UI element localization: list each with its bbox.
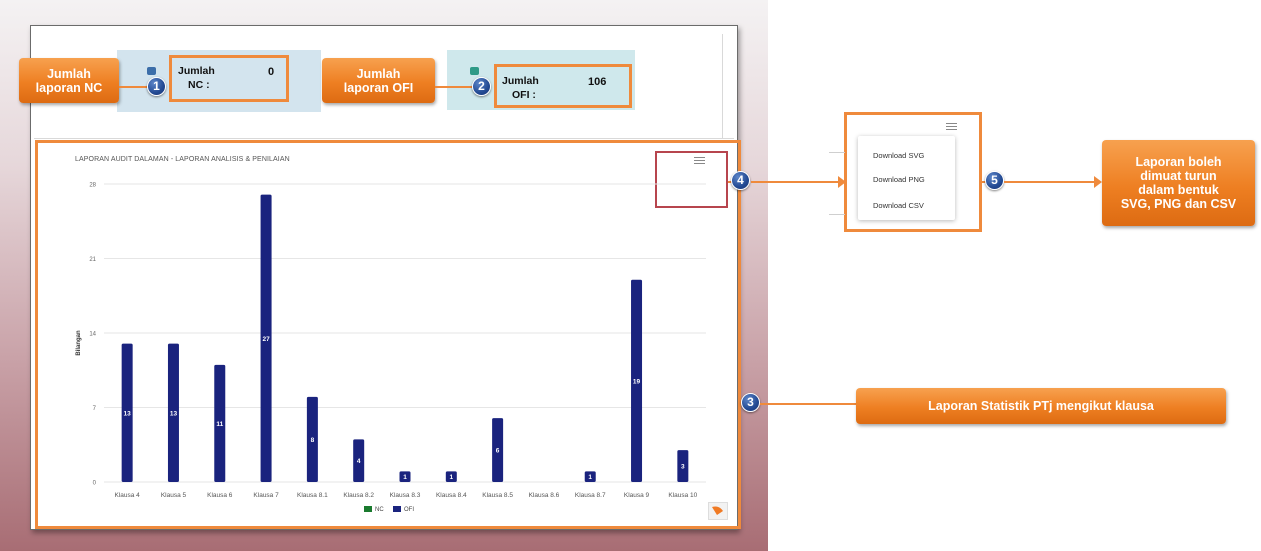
callout-stat: Laporan Statistik PTj mengikut klausa — [856, 388, 1226, 424]
dd-gridline-1 — [829, 152, 845, 153]
x-tick-label: Klausa 8.1 — [297, 492, 328, 499]
marker-4: 4 — [731, 171, 750, 190]
x-tick-label: Klausa 4 — [115, 492, 141, 499]
bar-data-label: 8 — [311, 437, 315, 444]
bar-data-label: 1 — [449, 474, 453, 481]
x-tick-label: Klausa 8.3 — [390, 492, 421, 499]
bar-data-label: 19 — [633, 378, 641, 385]
dd-gridline-2 — [829, 214, 845, 215]
bar-data-label: 1 — [588, 474, 592, 481]
callout-download-line4: SVG, PNG dan CSV — [1120, 197, 1237, 211]
callout-download-line2: dimuat turun — [1140, 169, 1217, 183]
connector-5b — [1004, 181, 1096, 183]
x-tick-label: Klausa 9 — [624, 492, 650, 499]
x-tick-label: Klausa 7 — [253, 492, 279, 499]
connector-4b — [751, 181, 844, 183]
y-tick-label: 0 — [93, 481, 97, 487]
legend-label-nc: NC — [375, 507, 384, 513]
bar-data-label: 13 — [124, 410, 132, 417]
y-tick-label: 7 — [93, 406, 97, 412]
marker-5: 5 — [985, 171, 1004, 190]
x-tick-label: Klausa 8.7 — [575, 492, 606, 499]
download-csv-item[interactable]: Download CSV — [873, 201, 924, 210]
chart-corner-badge — [708, 502, 728, 520]
legend-swatch-nc — [364, 506, 372, 512]
callout-download: Laporan boleh dimuat turun dalam bentuk … — [1102, 140, 1255, 226]
x-tick-label: Klausa 8.5 — [482, 492, 513, 499]
x-tick-label: Klausa 6 — [207, 492, 233, 499]
callout-download-line3: dalam bentuk — [1138, 183, 1219, 197]
resize-icon — [712, 506, 723, 515]
y-axis-label: Bilangan — [76, 330, 82, 356]
bar-data-label: 4 — [357, 458, 361, 465]
callout-download-line1: Laporan boleh — [1135, 155, 1222, 169]
bar-data-label: 27 — [262, 336, 270, 343]
x-tick-label: Klausa 8.2 — [343, 492, 374, 499]
bar-data-label: 3 — [681, 464, 685, 471]
y-tick-label: 14 — [89, 332, 96, 338]
legend-label-ofi: OFI — [404, 507, 414, 513]
bar-data-label: 13 — [170, 410, 178, 417]
download-svg-item[interactable]: Download SVG — [873, 151, 924, 160]
bar-data-label: 6 — [496, 448, 500, 455]
x-tick-label: Klausa 8.4 — [436, 492, 467, 499]
x-tick-label: Klausa 8.6 — [529, 492, 560, 499]
legend-swatch-ofi — [393, 506, 401, 512]
page: Jumlah NC : 0 Jumlah OFI : 106 Jumlah la… — [0, 0, 1261, 551]
marker-3: 3 — [741, 393, 760, 412]
bar-data-label: 1 — [403, 474, 407, 481]
chart-svg: 07142128Bilangan13Klausa 413Klausa 511Kl… — [76, 183, 706, 513]
dd-menu-icon[interactable] — [946, 123, 957, 130]
connector-3 — [760, 403, 856, 405]
arrow-head-5 — [1094, 176, 1102, 188]
download-png-item[interactable]: Download PNG — [873, 175, 925, 184]
x-tick-label: Klausa 10 — [668, 492, 697, 499]
y-tick-label: 21 — [89, 257, 96, 263]
y-tick-label: 28 — [89, 183, 96, 189]
x-tick-label: Klausa 5 — [161, 492, 187, 499]
bar-data-label: 11 — [216, 421, 223, 428]
